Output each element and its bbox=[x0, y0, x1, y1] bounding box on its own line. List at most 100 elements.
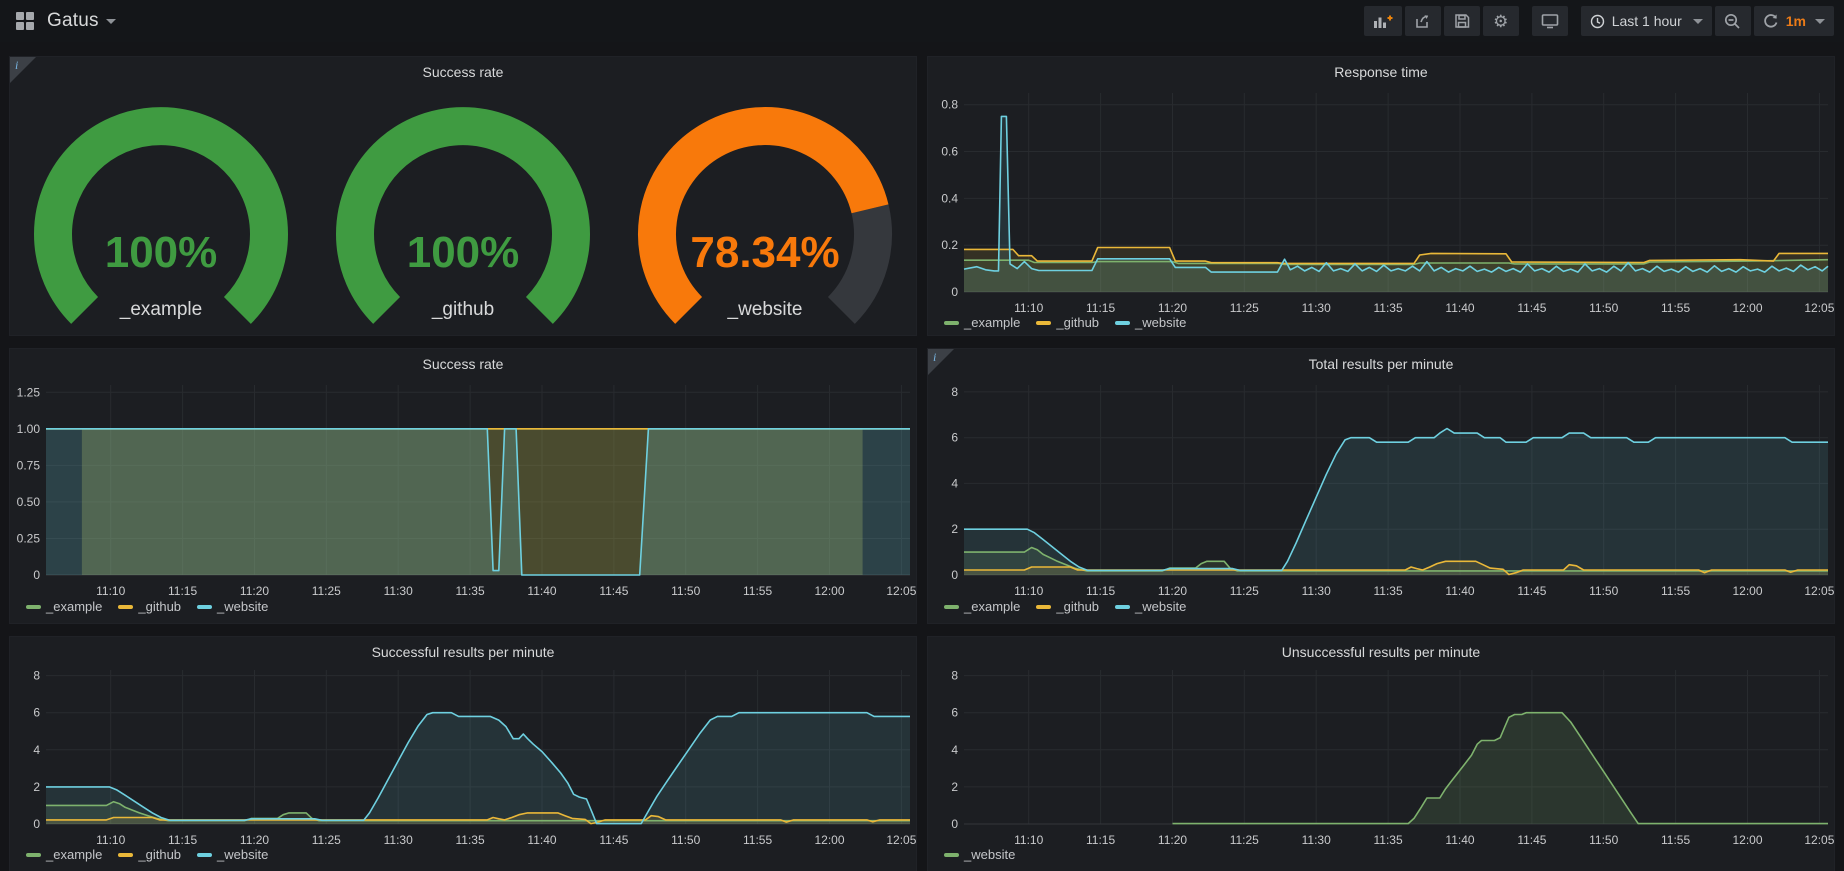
svg-text:0: 0 bbox=[951, 568, 958, 582]
unsuccessful-results-chart[interactable]: 0246811:1011:1511:2011:2511:3011:3511:40… bbox=[928, 637, 1834, 871]
legend: _example _github _website bbox=[26, 599, 268, 614]
panel-info-corner[interactable]: i bbox=[10, 57, 36, 83]
svg-text:11:10: 11:10 bbox=[96, 584, 125, 598]
legend-item[interactable]: _github bbox=[1036, 599, 1099, 614]
legend-item[interactable]: _website bbox=[197, 599, 268, 614]
panel-title[interactable]: Success rate bbox=[10, 64, 916, 80]
svg-text:12:05: 12:05 bbox=[886, 833, 916, 847]
panel-success-rate-gauges: i Success rate 100%_example100%_github78… bbox=[9, 56, 917, 336]
legend-series-label: _website bbox=[964, 847, 1015, 862]
svg-text:2: 2 bbox=[33, 780, 40, 794]
svg-text:11:30: 11:30 bbox=[1302, 584, 1331, 598]
svg-text:6: 6 bbox=[951, 706, 958, 720]
legend-item[interactable]: _github bbox=[118, 599, 181, 614]
svg-text:11:50: 11:50 bbox=[671, 584, 700, 598]
svg-text:11:55: 11:55 bbox=[1661, 833, 1690, 847]
svg-text:11:50: 11:50 bbox=[1589, 833, 1618, 847]
gauge-arc: 100%_example bbox=[11, 85, 311, 325]
gauge-_github: 100%_github bbox=[312, 85, 614, 335]
legend-item[interactable]: _website bbox=[944, 847, 1015, 862]
svg-text:8: 8 bbox=[951, 385, 958, 399]
svg-text:12:05: 12:05 bbox=[1804, 833, 1834, 847]
svg-text:11:55: 11:55 bbox=[743, 833, 772, 847]
legend-series-swatch bbox=[944, 321, 959, 325]
legend-series-label: _example bbox=[46, 847, 102, 862]
svg-text:11:40: 11:40 bbox=[1445, 833, 1474, 847]
panel-title[interactable]: Response time bbox=[928, 64, 1834, 80]
panel-title[interactable]: Success rate bbox=[10, 356, 916, 372]
svg-text:11:30: 11:30 bbox=[1302, 301, 1331, 315]
save-button[interactable] bbox=[1444, 6, 1480, 36]
gauge-_example: 100%_example bbox=[10, 85, 312, 335]
svg-text:11:55: 11:55 bbox=[1661, 584, 1690, 598]
response-time-chart[interactable]: 00.20.40.60.811:1011:1511:2011:2511:3011… bbox=[928, 57, 1834, 335]
legend-item[interactable]: _example bbox=[944, 599, 1020, 614]
legend-series-label: _website bbox=[1135, 315, 1186, 330]
panel-successful-results: Successful results per minute 0246811:10… bbox=[9, 636, 917, 871]
svg-text:0: 0 bbox=[951, 285, 958, 299]
legend-item[interactable]: _example bbox=[944, 315, 1020, 330]
gauge-arc: 100%_github bbox=[313, 85, 613, 325]
top-navbar: Gatus bbox=[0, 0, 1844, 42]
panel-title[interactable]: Unsuccessful results per minute bbox=[928, 644, 1834, 660]
dashboard-title[interactable]: Gatus bbox=[47, 10, 99, 32]
svg-text:2: 2 bbox=[951, 780, 958, 794]
panel-title[interactable]: Total results per minute bbox=[928, 356, 1834, 372]
legend: _example _github _website bbox=[944, 599, 1186, 614]
panel-title[interactable]: Successful results per minute bbox=[10, 644, 916, 660]
legend-item[interactable]: _website bbox=[197, 847, 268, 862]
svg-text:11:50: 11:50 bbox=[1589, 301, 1618, 315]
svg-text:4: 4 bbox=[951, 743, 958, 757]
chart-line-_website bbox=[964, 116, 1828, 272]
svg-text:11:10: 11:10 bbox=[96, 833, 125, 847]
legend-item[interactable]: _github bbox=[1036, 315, 1099, 330]
svg-text:11:15: 11:15 bbox=[168, 833, 197, 847]
svg-text:11:45: 11:45 bbox=[1517, 301, 1546, 315]
success-rate-chart[interactable]: 00.250.500.751.001.2511:1011:1511:2011:2… bbox=[10, 349, 916, 623]
svg-text:11:40: 11:40 bbox=[1445, 584, 1474, 598]
zoom-out-button[interactable] bbox=[1715, 6, 1751, 36]
tv-mode-button[interactable] bbox=[1532, 6, 1568, 36]
svg-text:11:25: 11:25 bbox=[1230, 301, 1259, 315]
info-icon: i bbox=[15, 58, 18, 73]
legend: _example _github _website bbox=[944, 315, 1186, 330]
svg-text:0: 0 bbox=[951, 817, 958, 831]
gauge-row: 100%_example100%_github78.34%_website bbox=[10, 85, 916, 335]
legend-series-label: _website bbox=[217, 599, 268, 614]
legend-series-swatch bbox=[1036, 321, 1051, 325]
dashboards-grid-icon[interactable] bbox=[16, 12, 35, 31]
svg-text:0: 0 bbox=[33, 817, 40, 831]
svg-text:11:45: 11:45 bbox=[599, 584, 628, 598]
svg-text:2: 2 bbox=[951, 522, 958, 536]
settings-button[interactable]: ⚙ bbox=[1483, 6, 1519, 36]
legend-series-swatch bbox=[944, 605, 959, 609]
svg-text:8: 8 bbox=[33, 669, 40, 683]
chart-area-_website bbox=[1173, 713, 1829, 824]
caret-down-icon bbox=[1815, 19, 1825, 24]
svg-text:11:20: 11:20 bbox=[1158, 301, 1187, 315]
refresh-button[interactable]: 1m bbox=[1754, 6, 1834, 36]
chart-gridlines bbox=[964, 670, 1828, 824]
svg-text:12:00: 12:00 bbox=[1732, 301, 1762, 315]
legend-series-label: _example bbox=[964, 315, 1020, 330]
add-panel-button[interactable] bbox=[1364, 6, 1402, 36]
panel-info-corner[interactable]: i bbox=[928, 349, 954, 375]
svg-text:6: 6 bbox=[33, 706, 40, 720]
total-results-chart[interactable]: 0246811:1011:1511:2011:2511:3011:3511:40… bbox=[928, 349, 1834, 623]
svg-text:11:30: 11:30 bbox=[1302, 833, 1331, 847]
svg-text:0.2: 0.2 bbox=[941, 238, 958, 252]
svg-text:11:15: 11:15 bbox=[1086, 833, 1115, 847]
legend-item[interactable]: _example bbox=[26, 847, 102, 862]
legend-item[interactable]: _github bbox=[118, 847, 181, 862]
share-button[interactable] bbox=[1405, 6, 1441, 36]
successful-results-chart[interactable]: 0246811:1011:1511:2011:2511:3011:3511:40… bbox=[10, 637, 916, 871]
svg-text:11:45: 11:45 bbox=[1517, 584, 1546, 598]
legend-item[interactable]: _website bbox=[1115, 315, 1186, 330]
svg-text:11:25: 11:25 bbox=[1230, 833, 1259, 847]
time-range-button[interactable]: Last 1 hour bbox=[1581, 6, 1712, 36]
legend-item[interactable]: _example bbox=[26, 599, 102, 614]
legend-item[interactable]: _website bbox=[1115, 599, 1186, 614]
svg-text:11:20: 11:20 bbox=[240, 833, 269, 847]
svg-text:0: 0 bbox=[33, 568, 40, 582]
svg-text:11:25: 11:25 bbox=[312, 584, 341, 598]
